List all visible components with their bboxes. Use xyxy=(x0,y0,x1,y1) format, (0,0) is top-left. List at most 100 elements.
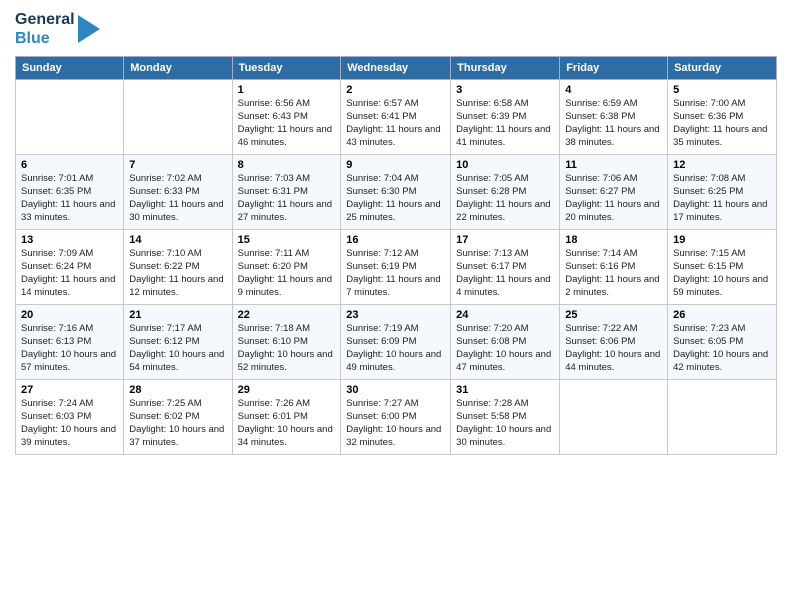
calendar-cell: 27Sunrise: 7:24 AMSunset: 6:03 PMDayligh… xyxy=(16,380,124,455)
day-info: Sunrise: 6:56 AMSunset: 6:43 PMDaylight:… xyxy=(238,98,336,149)
day-info: Sunrise: 6:58 AMSunset: 6:39 PMDaylight:… xyxy=(456,98,554,149)
calendar-cell: 14 Sunrise: 7:10 AMSunset: 6:22 PMDayligh… xyxy=(124,230,232,305)
calendar-cell: 5Sunrise: 7:00 AMSunset: 6:36 PMDaylight… xyxy=(668,80,777,155)
calendar-cell xyxy=(560,380,668,455)
day-number: 23 xyxy=(346,309,445,321)
weekday-header-sunday: Sunday xyxy=(16,57,124,80)
weekday-header-saturday: Saturday xyxy=(668,57,777,80)
day-info: Sunrise: 7:22 AMSunset: 6:06 PMDaylight:… xyxy=(565,323,662,374)
calendar-week-5: 27Sunrise: 7:24 AMSunset: 6:03 PMDayligh… xyxy=(16,380,777,455)
day-info: Sunrise: 7:16 AMSunset: 6:13 PMDaylight:… xyxy=(21,323,118,374)
logo-arrow-icon xyxy=(78,11,100,47)
day-number: 2 xyxy=(346,84,445,96)
logo-general-text: General xyxy=(15,10,75,29)
calendar-cell: 6 Sunrise: 7:01 AMSunset: 6:35 PMDaylight… xyxy=(16,155,124,230)
calendar-cell: 23 Sunrise: 7:19 AMSunset: 6:09 PMDayligh… xyxy=(341,305,451,380)
calendar-cell: 17 Sunrise: 7:13 AMSunset: 6:17 PMDayligh… xyxy=(451,230,560,305)
day-info: Sunrise: 7:19 AMSunset: 6:09 PMDaylight:… xyxy=(346,323,445,374)
header: General Blue xyxy=(15,10,777,48)
day-number: 21 xyxy=(129,309,226,321)
weekday-header-tuesday: Tuesday xyxy=(232,57,341,80)
calendar-cell: 8Sunrise: 7:03 AMSunset: 6:31 PMDaylight… xyxy=(232,155,341,230)
day-info: Sunrise: 7:03 AMSunset: 6:31 PMDaylight:… xyxy=(238,173,336,224)
day-number: 6 xyxy=(21,159,118,171)
calendar-header-row: SundayMondayTuesdayWednesdayThursdayFrid… xyxy=(16,57,777,80)
day-number: 12 xyxy=(673,159,771,171)
calendar-cell: 26 Sunrise: 7:23 AMSunset: 6:05 PMDayligh… xyxy=(668,305,777,380)
day-number: 10 xyxy=(456,159,554,171)
calendar-cell: 28 Sunrise: 7:25 AMSunset: 6:02 PMDayligh… xyxy=(124,380,232,455)
calendar-cell: 11 Sunrise: 7:06 AMSunset: 6:27 PMDayligh… xyxy=(560,155,668,230)
calendar-cell xyxy=(16,80,124,155)
day-info: Sunrise: 7:08 AMSunset: 6:25 PMDaylight:… xyxy=(673,173,771,224)
day-info: Sunrise: 7:10 AMSunset: 6:22 PMDaylight:… xyxy=(129,248,226,299)
day-number: 18 xyxy=(565,234,662,246)
day-number: 14 xyxy=(129,234,226,246)
day-info: Sunrise: 7:13 AMSunset: 6:17 PMDaylight:… xyxy=(456,248,554,299)
day-info: Sunrise: 7:15 AMSunset: 6:15 PMDaylight:… xyxy=(673,248,771,299)
calendar-table: SundayMondayTuesdayWednesdayThursdayFrid… xyxy=(15,56,777,455)
calendar-cell: 9Sunrise: 7:04 AMSunset: 6:30 PMDaylight… xyxy=(341,155,451,230)
day-number: 3 xyxy=(456,84,554,96)
day-info: Sunrise: 7:27 AMSunset: 6:00 PMDaylight:… xyxy=(346,398,445,449)
day-number: 31 xyxy=(456,384,554,396)
day-info: Sunrise: 7:00 AMSunset: 6:36 PMDaylight:… xyxy=(673,98,771,149)
day-info: Sunrise: 7:25 AMSunset: 6:02 PMDaylight:… xyxy=(129,398,226,449)
calendar-cell: 1 Sunrise: 6:56 AMSunset: 6:43 PMDaylight… xyxy=(232,80,341,155)
day-number: 30 xyxy=(346,384,445,396)
weekday-header-wednesday: Wednesday xyxy=(341,57,451,80)
day-number: 16 xyxy=(346,234,445,246)
day-number: 28 xyxy=(129,384,226,396)
calendar-cell: 21 Sunrise: 7:17 AMSunset: 6:12 PMDayligh… xyxy=(124,305,232,380)
calendar-cell: 13Sunrise: 7:09 AMSunset: 6:24 PMDayligh… xyxy=(16,230,124,305)
day-number: 24 xyxy=(456,309,554,321)
day-info: Sunrise: 7:05 AMSunset: 6:28 PMDaylight:… xyxy=(456,173,554,224)
calendar-cell: 22Sunrise: 7:18 AMSunset: 6:10 PMDayligh… xyxy=(232,305,341,380)
day-info: Sunrise: 7:02 AMSunset: 6:33 PMDaylight:… xyxy=(129,173,226,224)
logo: General Blue xyxy=(15,10,100,48)
calendar-cell: 20 Sunrise: 7:16 AMSunset: 6:13 PMDayligh… xyxy=(16,305,124,380)
day-number: 27 xyxy=(21,384,118,396)
day-number: 9 xyxy=(346,159,445,171)
calendar-cell: 18 Sunrise: 7:14 AMSunset: 6:16 PMDayligh… xyxy=(560,230,668,305)
calendar-cell xyxy=(124,80,232,155)
calendar-cell: 3 Sunrise: 6:58 AMSunset: 6:39 PMDaylight… xyxy=(451,80,560,155)
day-info: Sunrise: 7:23 AMSunset: 6:05 PMDaylight:… xyxy=(673,323,771,374)
day-info: Sunrise: 7:17 AMSunset: 6:12 PMDaylight:… xyxy=(129,323,226,374)
day-number: 1 xyxy=(238,84,336,96)
day-info: Sunrise: 7:28 AMSunset: 5:58 PMDaylight:… xyxy=(456,398,554,449)
day-info: Sunrise: 7:12 AMSunset: 6:19 PMDaylight:… xyxy=(346,248,445,299)
day-info: Sunrise: 7:09 AMSunset: 6:24 PMDaylight:… xyxy=(21,248,118,299)
calendar-week-4: 20 Sunrise: 7:16 AMSunset: 6:13 PMDayligh… xyxy=(16,305,777,380)
logo-text-block: General Blue xyxy=(15,10,75,48)
weekday-header-monday: Monday xyxy=(124,57,232,80)
calendar-week-2: 6 Sunrise: 7:01 AMSunset: 6:35 PMDaylight… xyxy=(16,155,777,230)
day-number: 25 xyxy=(565,309,662,321)
day-info: Sunrise: 7:11 AMSunset: 6:20 PMDaylight:… xyxy=(238,248,336,299)
day-number: 20 xyxy=(21,309,118,321)
day-info: Sunrise: 7:14 AMSunset: 6:16 PMDaylight:… xyxy=(565,248,662,299)
calendar-cell xyxy=(668,380,777,455)
calendar-cell: 16 Sunrise: 7:12 AMSunset: 6:19 PMDayligh… xyxy=(341,230,451,305)
day-number: 26 xyxy=(673,309,771,321)
day-info: Sunrise: 6:59 AMSunset: 6:38 PMDaylight:… xyxy=(565,98,662,149)
logo-blue-text: Blue xyxy=(15,29,75,48)
logo-container: General Blue xyxy=(15,10,100,48)
day-number: 4 xyxy=(565,84,662,96)
calendar-week-1: 1 Sunrise: 6:56 AMSunset: 6:43 PMDaylight… xyxy=(16,80,777,155)
calendar-cell: 10 Sunrise: 7:05 AMSunset: 6:28 PMDayligh… xyxy=(451,155,560,230)
day-number: 15 xyxy=(238,234,336,246)
calendar-cell: 7Sunrise: 7:02 AMSunset: 6:33 PMDaylight… xyxy=(124,155,232,230)
day-info: Sunrise: 7:01 AMSunset: 6:35 PMDaylight:… xyxy=(21,173,118,224)
day-info: Sunrise: 6:57 AMSunset: 6:41 PMDaylight:… xyxy=(346,98,445,149)
weekday-header-friday: Friday xyxy=(560,57,668,80)
day-info: Sunrise: 7:06 AMSunset: 6:27 PMDaylight:… xyxy=(565,173,662,224)
day-number: 17 xyxy=(456,234,554,246)
calendar-cell: 15 Sunrise: 7:11 AMSunset: 6:20 PMDayligh… xyxy=(232,230,341,305)
calendar-cell: 29Sunrise: 7:26 AMSunset: 6:01 PMDayligh… xyxy=(232,380,341,455)
day-number: 11 xyxy=(565,159,662,171)
day-info: Sunrise: 7:26 AMSunset: 6:01 PMDaylight:… xyxy=(238,398,336,449)
weekday-header-thursday: Thursday xyxy=(451,57,560,80)
calendar-cell: 4 Sunrise: 6:59 AMSunset: 6:38 PMDaylight… xyxy=(560,80,668,155)
calendar-cell: 12 Sunrise: 7:08 AMSunset: 6:25 PMDayligh… xyxy=(668,155,777,230)
